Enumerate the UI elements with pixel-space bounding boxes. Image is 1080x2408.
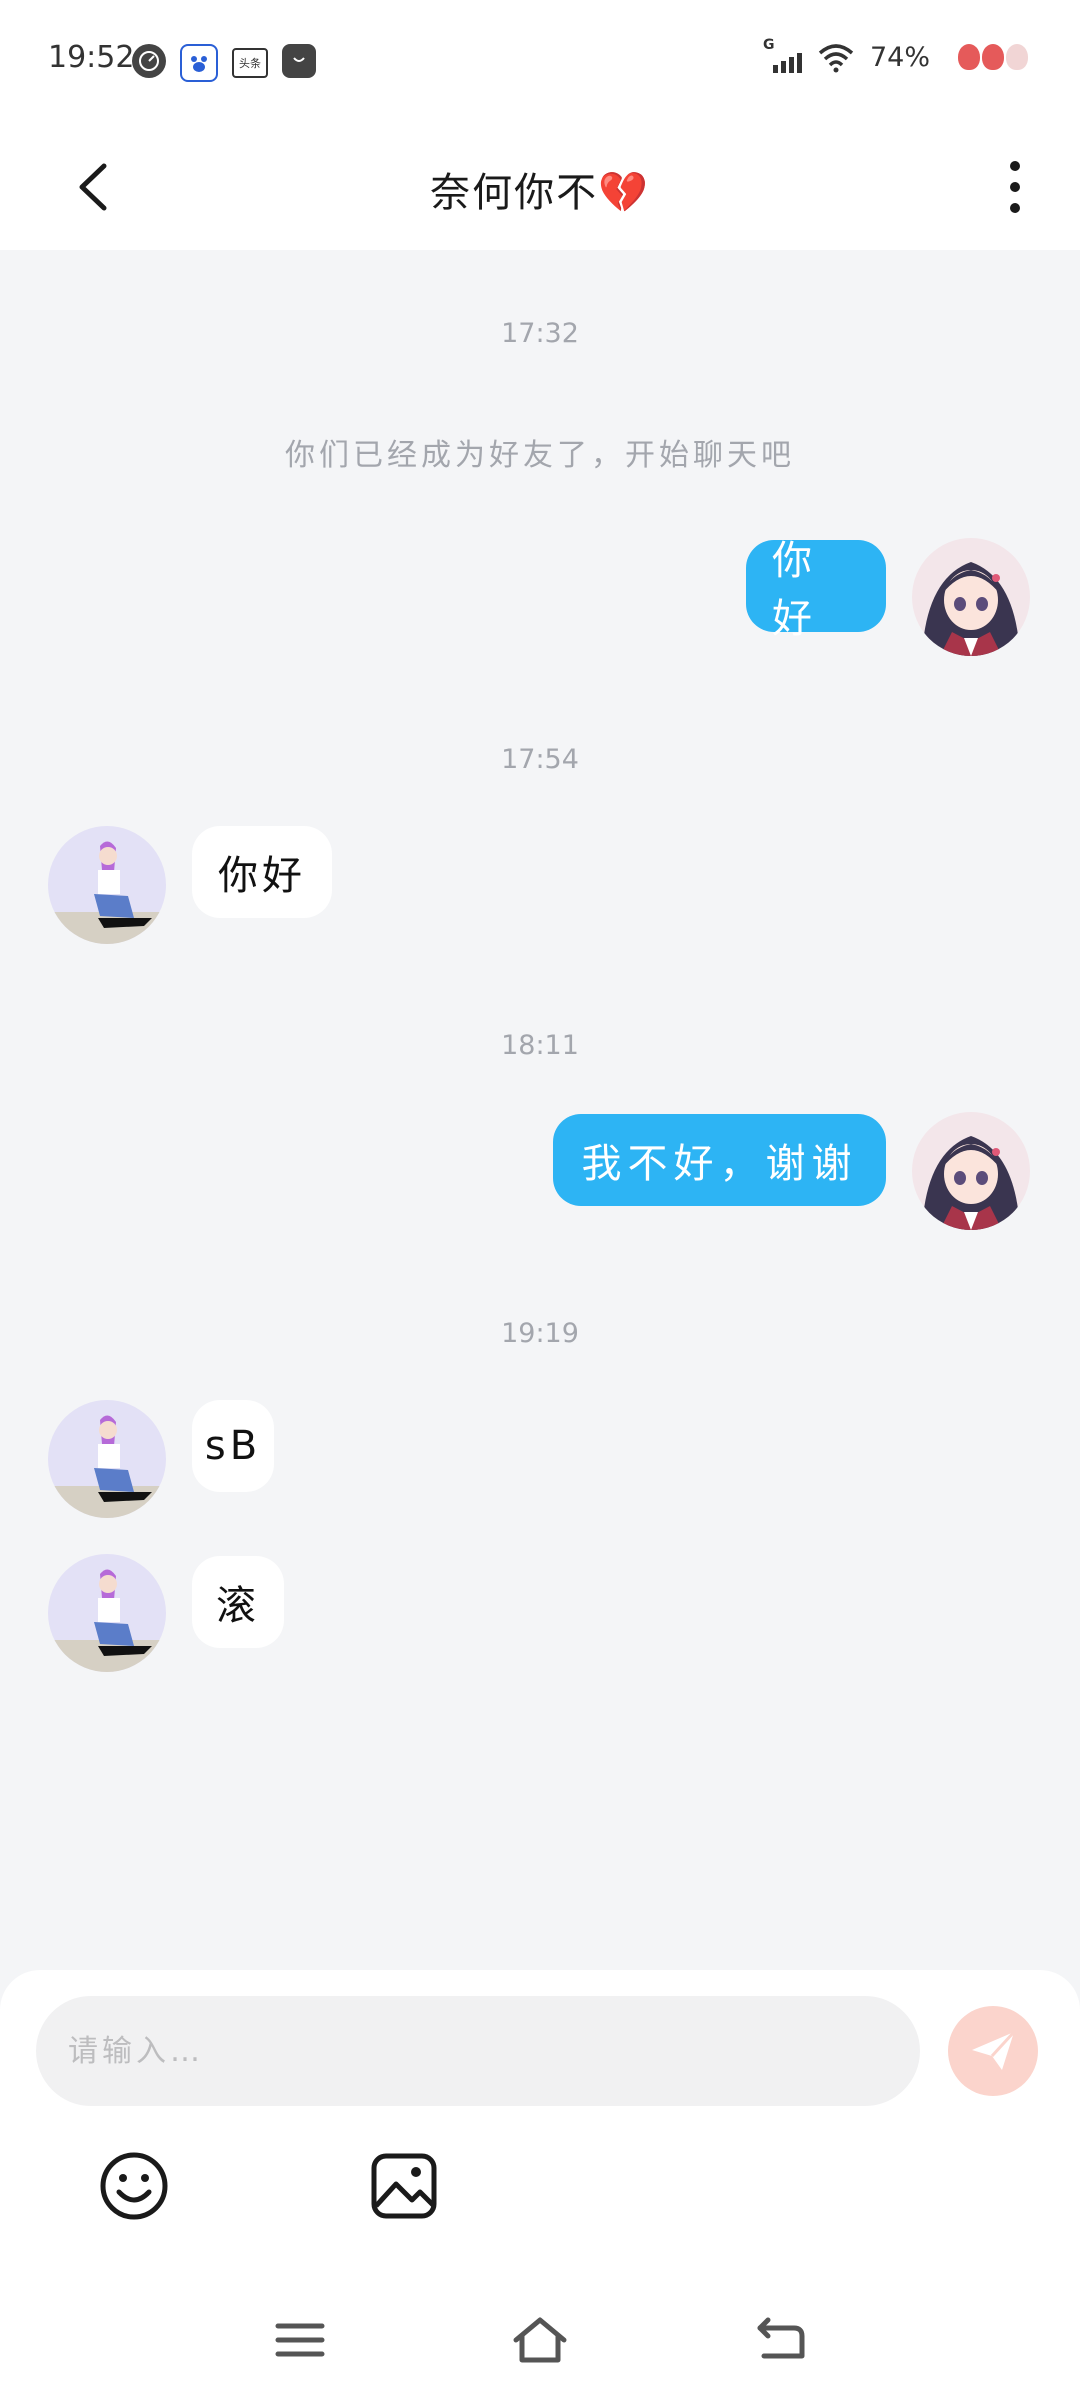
message-timestamp: 17:32 [501,318,579,349]
notification-icons: 头条 [132,44,316,82]
page-title: 奈何你不💔 [0,160,1080,218]
battery-level: 74% [869,42,930,73]
chat-messages: 17:32 你们已经成为好友了，开始聊天吧 你好 17:54 你好 18:11 … [0,250,1080,1970]
system-message: 你们已经成为好友了，开始聊天吧 [285,438,795,473]
signal-icon: G [763,37,802,73]
broken-heart-emoji: 💔 [598,170,650,216]
contact-avatar[interactable] [48,826,166,944]
system-nav-bar [0,2300,1080,2390]
more-options-icon[interactable] [990,152,1040,222]
contact-name: 奈何你不 [430,170,599,216]
message-bubble-received[interactable]: 滚 [192,1556,284,1648]
home-icon[interactable] [510,2310,570,2370]
contact-avatar[interactable] [48,1554,166,1672]
image-picker-icon[interactable] [368,2150,440,2222]
message-timestamp: 19:19 [501,1318,579,1349]
send-plane-icon [972,2030,1016,2070]
message-bubble-sent[interactable]: 你好 [746,538,886,642]
emoji-icon[interactable] [98,2150,170,2222]
shop-bag-icon [282,44,316,78]
status-time: 19:52 [48,40,135,75]
toutiao-icon: 头条 [232,48,268,78]
message-timestamp: 17:54 [501,744,579,775]
menu-icon[interactable] [270,2310,330,2370]
message-bubble-sent[interactable]: 我不好，谢谢 [553,1114,886,1206]
contact-avatar[interactable] [48,1400,166,1518]
message-timestamp: 18:11 [501,1030,579,1061]
baidu-icon [180,44,218,82]
chat-header: 奈何你不💔 [0,124,1080,250]
status-bar: 19:52 头条 G 74% [0,0,1080,124]
message-bubble-received[interactable]: 你好 [192,826,332,918]
battery-fruit-icon [958,44,1028,70]
message-input[interactable] [36,1996,920,2106]
my-avatar[interactable] [912,538,1030,656]
speed-icon [132,44,166,78]
back-nav-icon[interactable] [750,2310,810,2370]
status-right: G 74% [763,37,930,74]
network-type: G [762,36,775,53]
my-avatar[interactable] [912,1112,1030,1230]
send-button[interactable] [948,2006,1038,2096]
wifi-icon [818,43,854,72]
message-bubble-received[interactable]: sB [192,1400,274,1492]
